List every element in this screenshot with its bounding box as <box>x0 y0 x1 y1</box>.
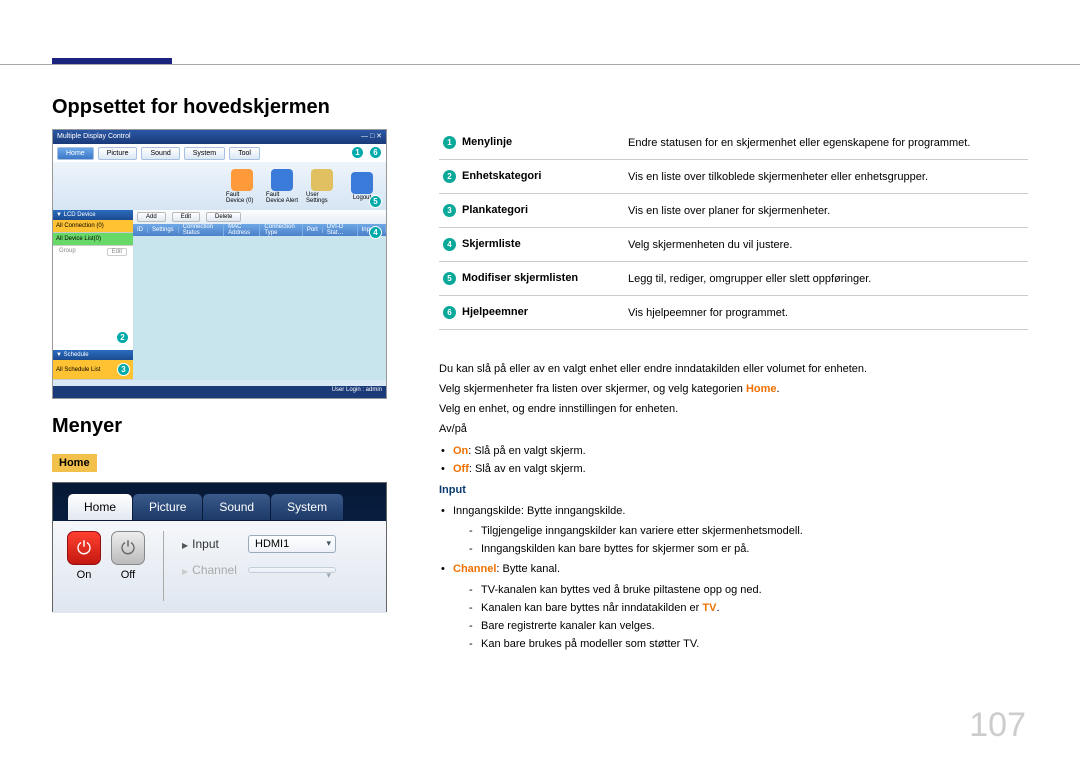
add-button[interactable]: Add <box>137 212 166 222</box>
page-number: 107 <box>969 706 1026 745</box>
divider <box>163 531 164 601</box>
description-table: 1MenylinjeEndre statusen for en skjermen… <box>439 126 1028 330</box>
menu-sound[interactable]: Sound <box>141 147 179 160</box>
app-title-text: Multiple Display Control <box>57 130 131 144</box>
tab-picture[interactable]: Picture <box>132 493 203 521</box>
side-group: Group Edit <box>53 246 133 258</box>
toolbar-fault-alert[interactable]: Fault Device Alert <box>266 166 298 206</box>
channel-dropdown[interactable] <box>248 567 336 573</box>
menu-picture[interactable]: Picture <box>98 147 138 160</box>
side-item-sched[interactable]: All Schedule List 3 <box>53 360 133 380</box>
page-title: Oppsettet for hovedskjermen <box>52 96 387 119</box>
side-item-allconn[interactable]: All Connection (0) <box>53 220 133 233</box>
app-menu: Home Picture Sound System Tool 1 6 <box>53 144 386 162</box>
menu-system[interactable]: System <box>184 147 225 160</box>
channel-label: Channel <box>182 563 240 577</box>
input-dropdown[interactable]: HDMI1 <box>248 535 336 553</box>
app-titlebar: Multiple Display Control — □ ✕ <box>53 130 386 144</box>
table-row: 3PlankategoriVis en liste over planer fo… <box>439 194 1028 228</box>
window-controls: — □ ✕ <box>361 130 382 144</box>
callout-6: 6 <box>369 146 382 159</box>
home-screenshot: Home Picture Sound System ⏻ ⏻ On Off <box>52 482 387 612</box>
tab-system[interactable]: System <box>270 493 344 521</box>
menu-home[interactable]: Home <box>57 147 94 160</box>
toolbar-user-settings[interactable]: User Settings <box>306 166 338 206</box>
callout-4: 4 <box>369 226 382 239</box>
menyer-heading: Menyer <box>52 415 387 438</box>
callout-3: 3 <box>117 363 130 376</box>
header-rule <box>0 64 1080 65</box>
power-on-button[interactable]: ⏻ <box>67 531 101 565</box>
side-hdr-sched[interactable]: ▼ Schedule <box>53 350 133 360</box>
table-row: 1MenylinjeEndre statusen for en skjermen… <box>439 126 1028 160</box>
edit-button[interactable]: Edit <box>172 212 200 222</box>
power-off-button[interactable]: ⏻ <box>111 531 145 565</box>
app-screenshot: Multiple Display Control — □ ✕ Home Pict… <box>52 129 387 399</box>
body-text: Du kan slå på eller av en valgt enhet el… <box>439 360 1028 653</box>
side-item-alldev[interactable]: All Device List(0) <box>53 233 133 246</box>
delete-button[interactable]: Delete <box>206 212 241 222</box>
tab-sound[interactable]: Sound <box>202 493 271 521</box>
callout-2: 2 <box>116 331 129 344</box>
on-label: On <box>67 569 101 581</box>
off-label: Off <box>111 569 145 581</box>
home-section-label: Home <box>52 454 97 472</box>
table-row: 2EnhetskategoriVis en liste over tilkobl… <box>439 160 1028 194</box>
callout-1: 1 <box>351 146 364 159</box>
side-hdr-lcd[interactable]: ▼ LCD Device <box>53 210 133 220</box>
table-header: IDSettingsConnection StatusMAC AddressCo… <box>133 224 386 236</box>
table-row: 5Modifiser skjermlistenLegg til, rediger… <box>439 262 1028 296</box>
toolbar-fault-device[interactable]: Fault Device (0) <box>226 166 258 206</box>
input-label: Input <box>182 537 240 551</box>
app-sidebar: ▼ LCD Device All Connection (0) All Devi… <box>53 210 133 380</box>
menu-tool[interactable]: Tool <box>229 147 260 160</box>
edit-btn[interactable]: Edit <box>107 248 127 256</box>
tab-home[interactable]: Home <box>67 493 133 521</box>
app-toolbar: Fault Device (0) Fault Device Alert User… <box>53 162 386 210</box>
callout-5: 5 <box>369 195 382 208</box>
table-row: 6HjelpeemnerVis hjelpeemner for programm… <box>439 296 1028 330</box>
status-bar: User Login : admin <box>53 386 386 398</box>
app-main: Add Edit Delete 4 IDSettingsConnection S… <box>133 210 386 380</box>
table-row: 4SkjermlisteVelg skjermenheten du vil ju… <box>439 228 1028 262</box>
